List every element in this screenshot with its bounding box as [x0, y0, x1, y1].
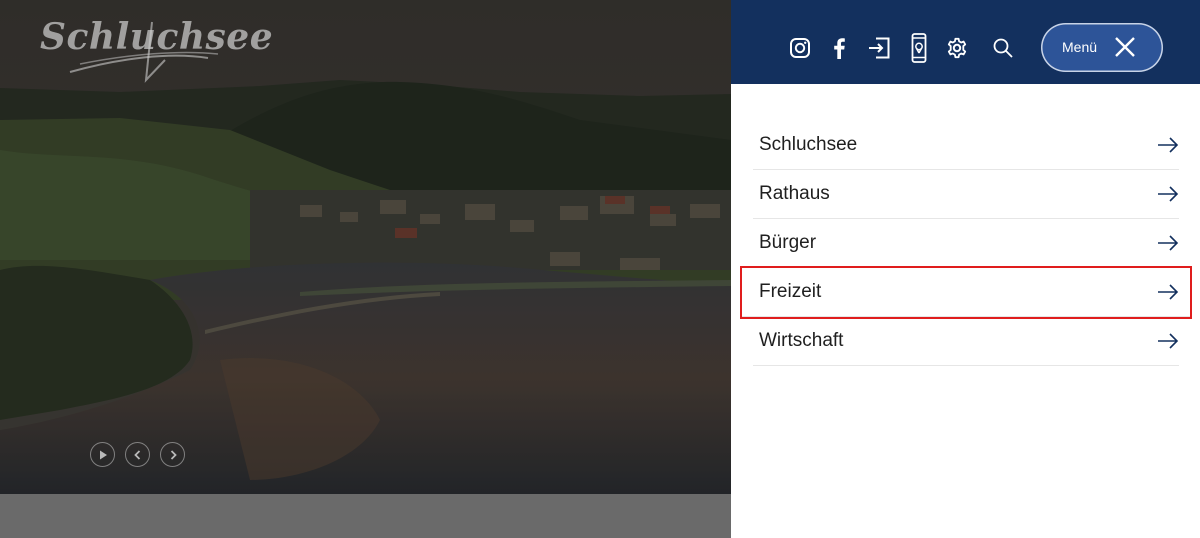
- search-icon: [993, 38, 1013, 58]
- main-menu: Schluchsee Rathaus Bürger Freizeit Wirts…: [740, 121, 1192, 366]
- site-logo[interactable]: Schluchsee: [40, 14, 273, 86]
- menu-item-wirtschaft[interactable]: Wirtschaft: [753, 317, 1179, 366]
- menu-item-label: Bürger: [759, 232, 817, 253]
- chevron-right-icon: [170, 449, 177, 460]
- menu-item-label: Rathaus: [759, 183, 830, 204]
- menu-item-buerger[interactable]: Bürger: [753, 219, 1179, 268]
- login-icon: [869, 37, 890, 59]
- play-icon: [99, 450, 107, 459]
- hero-image: Schluchsee: [0, 0, 731, 494]
- menu-item-label: Freizeit: [759, 281, 822, 302]
- gear-icon: [947, 37, 967, 59]
- arrow-right-icon: [1158, 235, 1179, 251]
- chevron-left-icon: [133, 449, 140, 460]
- arrow-right-icon: [1158, 284, 1179, 300]
- menu-close-button[interactable]: Menü: [1041, 23, 1163, 72]
- previous-slide-button[interactable]: [125, 442, 150, 467]
- arrow-right-icon: [1158, 137, 1179, 153]
- slider-controls: [90, 442, 185, 467]
- close-icon: [1115, 37, 1135, 57]
- arrow-right-icon: [1158, 186, 1179, 202]
- settings-button[interactable]: [945, 36, 969, 60]
- menu-button-label: Menü: [1062, 39, 1098, 55]
- facebook-link[interactable]: [827, 36, 851, 60]
- navigation-panel: Menü Schluchsee Rathaus Bürger Freizeit …: [731, 0, 1200, 538]
- menu-item-freizeit[interactable]: Freizeit: [740, 266, 1192, 319]
- instagram-link[interactable]: [788, 36, 812, 60]
- page-content-overlay: [0, 494, 731, 538]
- menu-item-label: Wirtschaft: [759, 330, 844, 351]
- menu-item-label: Schluchsee: [759, 134, 858, 155]
- menu-item-rathaus[interactable]: Rathaus: [753, 170, 1179, 219]
- menu-item-schluchsee[interactable]: Schluchsee: [753, 121, 1179, 170]
- search-button[interactable]: [991, 36, 1015, 60]
- facebook-icon: [834, 38, 845, 59]
- arrow-right-icon: [1158, 333, 1179, 349]
- logo-swoosh: [69, 21, 219, 83]
- login-link[interactable]: [867, 36, 891, 60]
- panel-header: Menü: [731, 0, 1200, 84]
- instagram-icon: [790, 38, 810, 58]
- mobile-app-link[interactable]: [907, 33, 931, 63]
- mobile-location-icon: [911, 33, 927, 63]
- next-slide-button[interactable]: [160, 442, 185, 467]
- play-button[interactable]: [90, 442, 115, 467]
